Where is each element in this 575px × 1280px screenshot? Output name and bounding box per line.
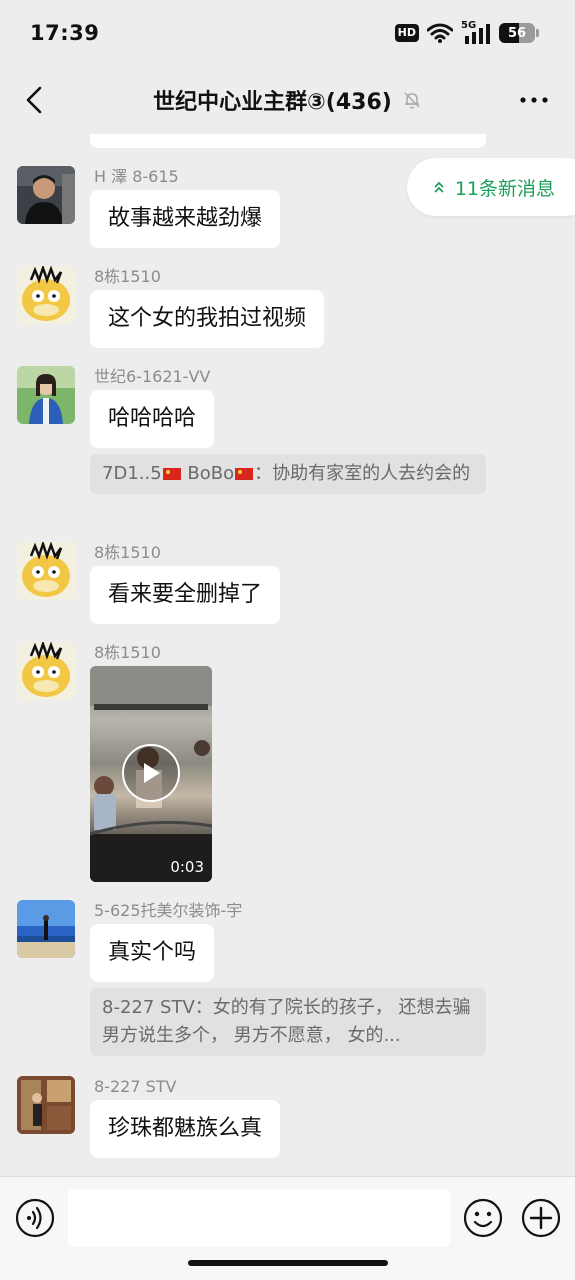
more-functions-button[interactable] xyxy=(521,1198,561,1238)
message-bubble[interactable]: 看来要全删掉了 xyxy=(90,566,281,624)
sender-name: 世纪6-1621-VV xyxy=(94,367,211,386)
voice-button[interactable] xyxy=(15,1198,55,1238)
title-wrap: 世纪中心业主群③(436) xyxy=(153,84,422,116)
quoted-message[interactable]: 7D1..5 BoBo ：协助有家室的人去约会的 xyxy=(90,454,486,494)
battery-tip xyxy=(536,29,539,37)
sender-name: 8栋1510 xyxy=(94,543,161,562)
avatar[interactable] xyxy=(17,166,75,224)
voice-icon xyxy=(15,1198,55,1238)
new-messages-button[interactable]: 11条新消息 xyxy=(406,158,575,216)
battery-icon: 56 xyxy=(499,23,539,43)
chat-header: 世纪中心业主群③(436) xyxy=(0,66,575,134)
emoji-button[interactable] xyxy=(463,1198,503,1238)
more-button[interactable] xyxy=(517,84,551,116)
avatar[interactable] xyxy=(17,1076,75,1134)
avatar[interactable] xyxy=(17,642,75,700)
message-bubble[interactable]: 哈哈哈哈 xyxy=(90,390,215,448)
double-chevron-up-icon xyxy=(434,181,444,193)
sender-name: 8栋1510 xyxy=(94,267,161,286)
play-icon xyxy=(144,763,160,783)
message-bubble[interactable]: 这个女的我拍过视频 xyxy=(90,290,325,348)
bell-muted-icon xyxy=(404,92,420,109)
network-label: 5G xyxy=(461,20,491,44)
plus-circle-icon xyxy=(521,1198,561,1238)
previous-bubble-fragment xyxy=(90,134,486,148)
sender-name: 8-227 STV xyxy=(94,1077,177,1096)
back-button[interactable] xyxy=(18,84,50,116)
video-thumbnail[interactable]: 0:03 xyxy=(90,666,212,882)
message-bubble[interactable]: 故事越来越劲爆 xyxy=(90,190,281,248)
avatar[interactable] xyxy=(17,366,75,424)
sender-name: 5-625托美尔装饰-宇 xyxy=(94,901,243,920)
new-messages-label: 11条新消息 xyxy=(454,177,555,200)
message-input[interactable] xyxy=(68,1189,450,1247)
play-button[interactable] xyxy=(122,744,180,802)
message-bubble[interactable]: 珍珠都魅族么真 xyxy=(90,1100,281,1158)
chat-title: 世纪中心业主群③(436) xyxy=(153,90,392,115)
sender-name: 8栋1510 xyxy=(94,643,161,662)
quote-text: 7D1..5 BoBo ：协助有家室的人去约会的 xyxy=(102,463,471,484)
status-icons: HD 5G 56 xyxy=(394,20,539,44)
video-duration: 0:03 xyxy=(170,858,204,876)
more-dots-icon xyxy=(520,97,548,103)
signal-icon xyxy=(465,24,490,44)
avatar[interactable] xyxy=(17,266,75,324)
status-bar: 17:39 HD 5G 56 xyxy=(0,0,575,66)
flag-icon xyxy=(235,468,254,480)
avatar[interactable] xyxy=(17,542,75,600)
status-time: 17:39 xyxy=(30,21,100,45)
battery-level: 56 xyxy=(507,25,527,41)
home-indicator[interactable] xyxy=(188,1260,388,1266)
smiley-icon xyxy=(463,1198,503,1238)
chat-area[interactable]: H 澤 8-615 故事越来越劲爆 8栋1510 这个女的我拍过视频 世纪6-1… xyxy=(0,134,575,1176)
quote-text: 8-227 STV：女的有了院长的孩子， 还想去骗男方说生多个， 男方不愿意， … xyxy=(102,997,471,1046)
flag-icon xyxy=(162,468,181,480)
sender-name: H 澤 8-615 xyxy=(94,167,179,186)
hd-badge: HD xyxy=(394,24,419,42)
battery: 56 xyxy=(499,23,535,43)
avatar[interactable] xyxy=(17,900,75,958)
wifi-icon xyxy=(427,23,453,43)
quoted-message[interactable]: 8-227 STV：女的有了院长的孩子， 还想去骗男方说生多个， 男方不愿意， … xyxy=(90,988,486,1056)
chevron-left-icon xyxy=(26,86,42,114)
message-bubble[interactable]: 真实个吗 xyxy=(90,924,215,982)
